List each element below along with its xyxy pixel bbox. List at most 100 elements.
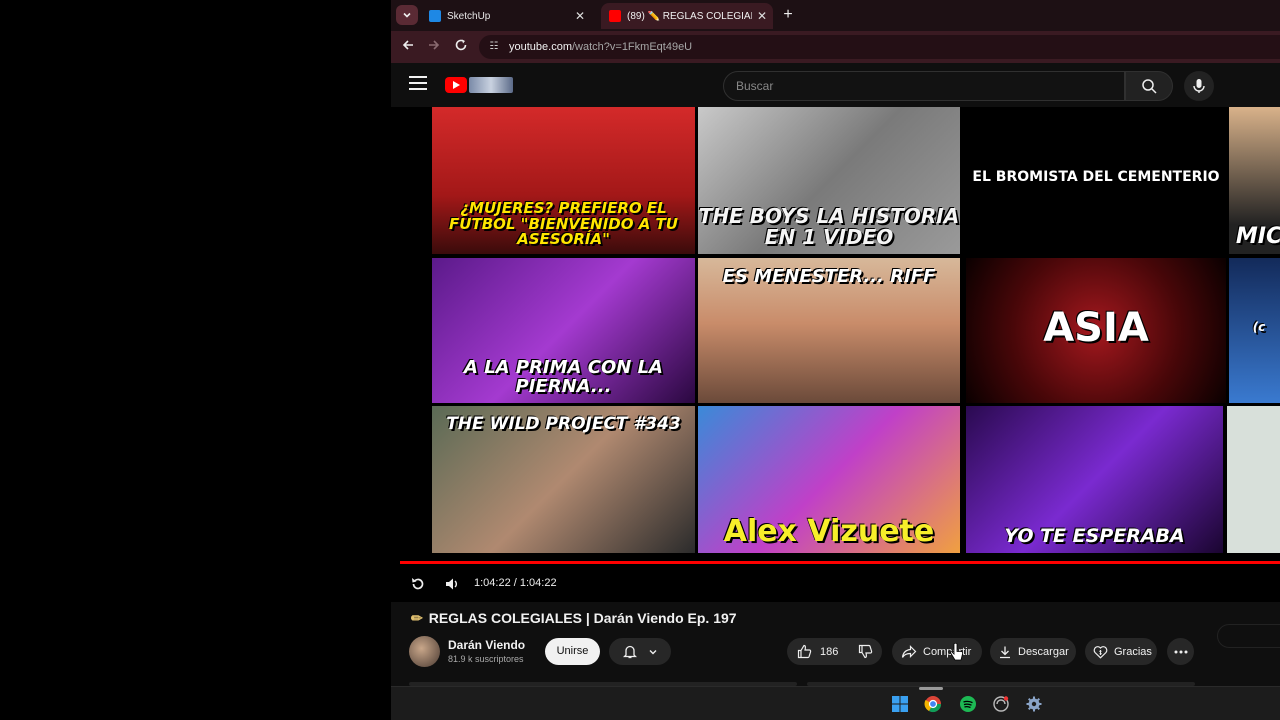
thumbnail-caption: Alex Vizuete <box>723 513 935 549</box>
video-title-text: REGLAS COLEGIALES | Darán Viendo Ep. 197 <box>428 610 737 626</box>
endscreen-video-8[interactable]: (c <box>1229 258 1280 403</box>
thumbnail-caption: (c <box>1252 320 1266 335</box>
address-bar[interactable]: ☷ youtube.com/watch?v=1FkmEqt49eU <box>479 35 1280 59</box>
share-button[interactable]: Compartir <box>892 638 982 665</box>
endscreen-video-9[interactable]: THE WILD PROJECT #343 <box>432 406 695 553</box>
more-actions-button[interactable] <box>1167 638 1194 665</box>
thumbnail-caption: YO TE ESPERABA <box>1004 525 1185 548</box>
spotify-icon[interactable] <box>957 693 979 715</box>
microphone-icon <box>1193 79 1205 93</box>
replay-button[interactable] <box>408 574 428 594</box>
tab-strip: SketchUp ✕ (89) ✏️ REGLAS COLEGIALES | D… <box>391 0 1280 31</box>
like-count: 186 <box>820 645 839 658</box>
chevron-down-icon <box>649 649 656 654</box>
thanks-label: Gracias <box>1114 645 1152 658</box>
active-app-indicator <box>919 687 943 690</box>
tab-search-button[interactable] <box>396 5 418 25</box>
share-icon <box>901 644 917 658</box>
new-tab-button[interactable]: + <box>779 6 797 24</box>
endscreen-video-12[interactable] <box>1227 406 1280 553</box>
thumbnail-caption: A LA PRIMA CON LA PIERNA... <box>464 357 663 398</box>
heart-dollar-icon <box>1093 645 1108 659</box>
youtube-masthead: Buscar <box>391 63 1280 107</box>
endscreen-video-10[interactable]: Alex Vizuete <box>698 406 960 553</box>
endscreen-video-5[interactable]: A LA PRIMA CON LA PIERNA... <box>432 258 695 403</box>
close-tab-icon[interactable]: ✕ <box>757 9 767 23</box>
forward-button[interactable] <box>424 37 444 57</box>
search-button[interactable] <box>1125 71 1173 101</box>
chrome-icon[interactable] <box>922 693 944 715</box>
tab-title: SketchUp <box>447 10 491 22</box>
thanks-button[interactable]: Gracias <box>1085 638 1157 665</box>
arrow-right-icon <box>429 40 440 50</box>
windows-start-icon[interactable] <box>889 693 911 715</box>
sketchup-favicon-icon <box>429 10 441 22</box>
video-player[interactable]: ¿MUJERES? PREFIERO EL FUTBOL "BIENVENIDO… <box>391 107 1280 602</box>
share-label: Compartir <box>923 645 972 658</box>
endscreen-video-11[interactable]: YO TE ESPERABA <box>966 406 1223 553</box>
youtube-doodle-logo[interactable] <box>469 77 513 93</box>
endscreen-video-1[interactable]: ¿MUJERES? PREFIERO EL FUTBOL "BIENVENIDO… <box>432 107 695 254</box>
volume-button[interactable] <box>442 574 462 594</box>
time-display: 1:04:22 / 1:04:22 <box>474 577 557 589</box>
endscreen-video-6[interactable]: ES MENESTER... RIFF <box>698 258 960 403</box>
channel-owner: Darán Viendo 81.9 k suscriptores Unirse <box>409 636 789 670</box>
pencil-icon: ✏ <box>411 610 423 626</box>
endscreen-video-4[interactable]: MIC <box>1229 107 1280 254</box>
like-button[interactable]: 186 <box>787 638 848 665</box>
thumbnail-caption: THE BOYS LA HISTORIA EN 1 VIDEO <box>698 204 960 249</box>
search-icon <box>1142 79 1157 94</box>
browser-toolbar: ☷ youtube.com/watch?v=1FkmEqt49eU <box>391 31 1280 63</box>
channel-name[interactable]: Darán Viendo <box>448 638 525 652</box>
youtube-favicon-icon <box>609 10 621 22</box>
join-button[interactable]: Unirse <box>545 638 600 665</box>
chips-placeholder <box>1217 624 1280 648</box>
channel-avatar[interactable] <box>409 636 440 667</box>
subscriber-count: 81.9 k suscriptores <box>448 654 524 664</box>
endscreen-video-3[interactable]: EL BROMISTA DEL CEMENTERIO <box>966 107 1226 254</box>
search-input[interactable]: Buscar <box>723 71 1125 101</box>
menu-icon[interactable] <box>409 76 427 92</box>
arrow-left-icon <box>402 40 413 50</box>
close-tab-icon[interactable]: ✕ <box>575 9 585 23</box>
dislike-button[interactable] <box>848 638 883 665</box>
volume-icon <box>446 578 457 590</box>
progress-bar[interactable] <box>400 561 1280 564</box>
chevron-down-icon <box>403 12 411 18</box>
download-icon <box>1000 646 1010 658</box>
endscreen-video-7[interactable]: ASIA <box>966 258 1226 403</box>
download-button[interactable]: Descargar <box>990 638 1076 665</box>
like-dislike-group: 186 <box>787 638 882 665</box>
thumbs-up-icon <box>797 644 812 659</box>
thumbnail-caption: ¿MUJERES? PREFIERO EL FUTBOL "BIENVENIDO… <box>449 198 678 249</box>
reload-button[interactable] <box>451 37 471 57</box>
video-title: ✏ REGLAS COLEGIALES | Darán Viendo Ep. 19… <box>411 610 737 627</box>
more-horizontal-icon <box>1174 650 1187 653</box>
download-label: Descargar <box>1018 645 1069 658</box>
desktop: SketchUp ✕ (89) ✏️ REGLAS COLEGIALES | D… <box>0 0 1280 720</box>
windows-taskbar <box>391 686 1280 720</box>
tab-youtube[interactable]: (89) ✏️ REGLAS COLEGIALES | D ✕ <box>601 3 773 29</box>
app-icon[interactable] <box>990 693 1012 715</box>
site-info-icon[interactable]: ☷ <box>487 40 501 54</box>
settings-icon[interactable] <box>1023 693 1045 715</box>
bell-icon <box>622 645 637 659</box>
voice-search-button[interactable] <box>1184 71 1214 101</box>
thumbnail-caption: MIC <box>1235 223 1280 249</box>
tab-sketchup[interactable]: SketchUp ✕ <box>421 3 591 29</box>
thumbnail-caption: ES MENESTER... RIFF <box>722 266 936 287</box>
back-button[interactable] <box>398 37 418 57</box>
replay-icon <box>412 578 424 590</box>
thumbnail-caption: ASIA <box>1043 304 1149 351</box>
thumbs-down-icon <box>859 644 873 659</box>
player-controls: 1:04:22 / 1:04:22 <box>391 569 1280 599</box>
thumbnail-caption: EL BROMISTA DEL CEMENTERIO <box>972 169 1220 186</box>
hand-cursor-icon <box>950 642 964 661</box>
thumbnail-caption: THE WILD PROJECT #343 <box>446 414 681 434</box>
url-host: youtube.com <box>509 41 572 53</box>
endscreen-video-2[interactable]: THE BOYS LA HISTORIA EN 1 VIDEO <box>698 107 960 254</box>
url-path: /watch?v=1FkmEqt49eU <box>571 41 693 53</box>
reload-icon <box>455 39 467 51</box>
youtube-logo-icon[interactable] <box>445 77 467 93</box>
notifications-button[interactable] <box>609 638 671 665</box>
